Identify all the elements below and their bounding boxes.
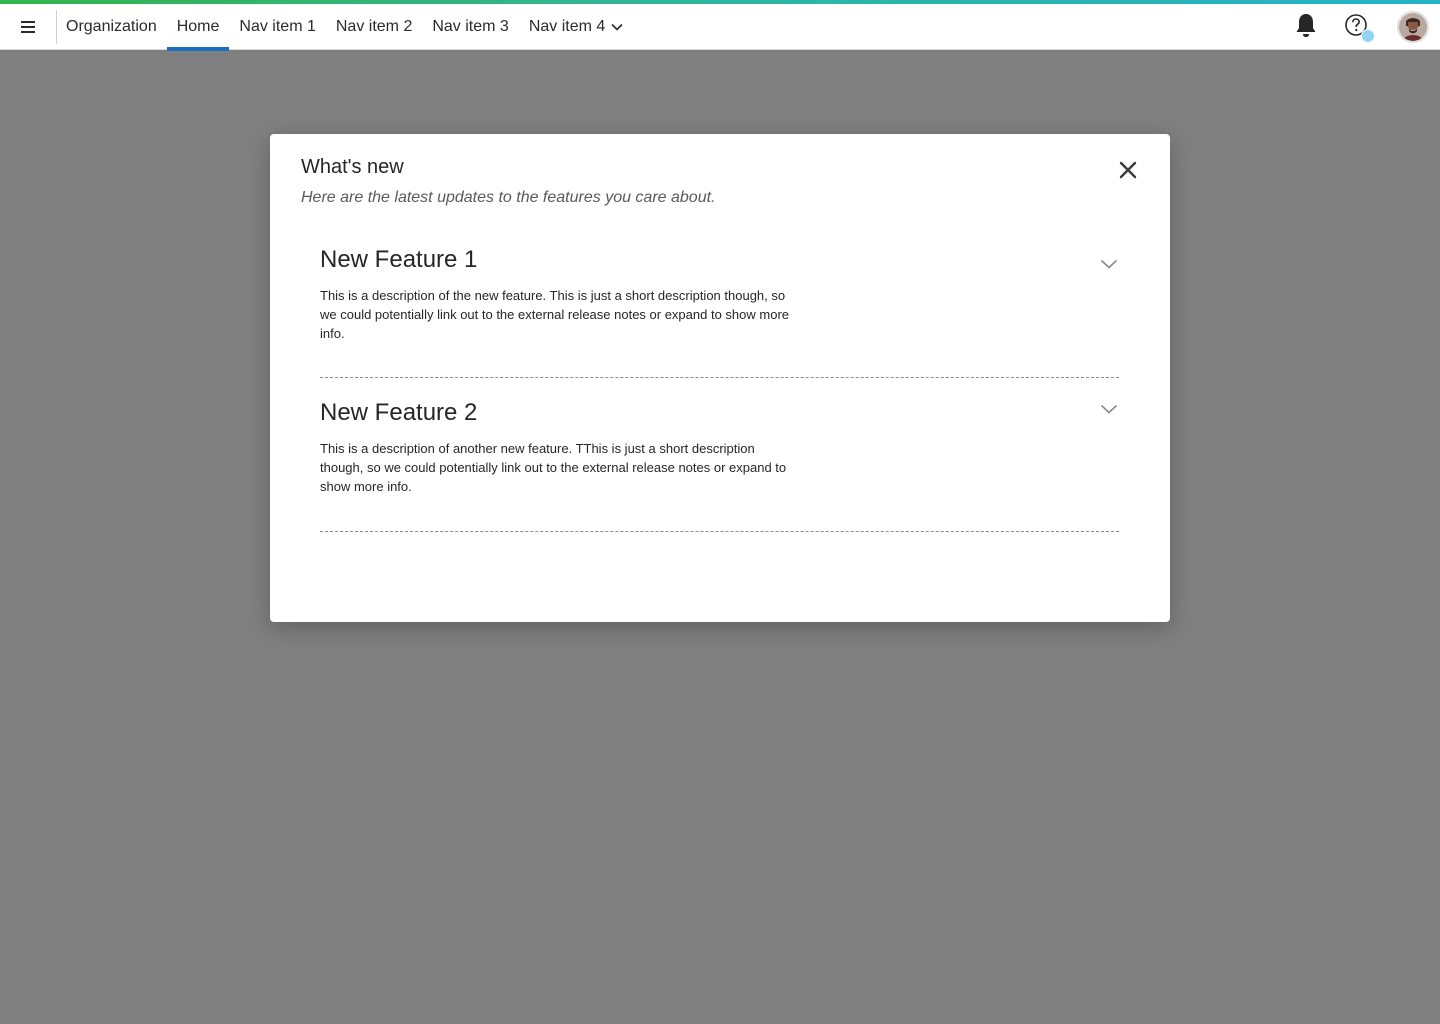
chevron-down-icon (611, 23, 623, 31)
feature-description: This is a description of another new fea… (320, 441, 787, 494)
feature-description: This is a description of the new feature… (320, 288, 789, 341)
nav-tab-item-4-dropdown[interactable]: Nav item 4 (519, 4, 633, 50)
nav-tab-item-2[interactable]: Nav item 2 (326, 4, 422, 50)
avatar-image (1399, 13, 1427, 41)
nav-tab-item-2-label: Nav item 2 (335, 18, 413, 35)
nav-tab-item-3-label: Nav item 3 (432, 18, 509, 35)
main-nav: Organization Home Nav item 1 Nav item 2 … (56, 4, 633, 51)
nav-organization-label: Organization (66, 18, 157, 35)
feature-title: New Feature 1 (320, 246, 478, 273)
nav-tab-home[interactable]: Home (166, 4, 230, 51)
nav-tab-item-4-label: Nav item 4 (528, 18, 606, 35)
hamburger-menu-button[interactable] (10, 11, 46, 43)
nav-tab-item-1-label: Nav item 1 (239, 18, 316, 35)
modal-subtitle: Here are the latest updates to the featu… (301, 189, 716, 206)
nav-tab-home-label: Home (176, 18, 220, 35)
user-avatar[interactable] (1397, 11, 1429, 43)
top-navigation-bar: Organization Home Nav item 1 Nav item 2 … (0, 4, 1440, 51)
feature-title: New Feature 2 (320, 399, 478, 426)
chevron-down-icon (1100, 259, 1118, 269)
nav-tab-item-1[interactable]: Nav item 1 (229, 4, 325, 50)
page: Organization Home Nav item 1 Nav item 2 … (0, 0, 1440, 1024)
hamburger-menu-icon (21, 21, 35, 33)
bell-icon (1296, 14, 1316, 37)
help-notification-dot (1361, 29, 1375, 43)
whats-new-modal: What's new Here are the latest updates t… (270, 134, 1170, 622)
chevron-down-icon (1100, 404, 1118, 414)
notifications-button[interactable] (1294, 12, 1318, 40)
close-icon (1119, 161, 1137, 179)
feature-item: New Feature 2 This is a description of a… (320, 399, 1119, 532)
expand-feature-button[interactable] (1098, 256, 1120, 272)
close-button[interactable] (1116, 158, 1140, 182)
nav-organization[interactable]: Organization (56, 4, 167, 50)
modal-title: What's new (301, 156, 404, 178)
feature-item: New Feature 1 This is a description of t… (320, 246, 1119, 378)
expand-feature-button[interactable] (1098, 401, 1120, 417)
nav-tab-item-3[interactable]: Nav item 3 (422, 4, 518, 50)
